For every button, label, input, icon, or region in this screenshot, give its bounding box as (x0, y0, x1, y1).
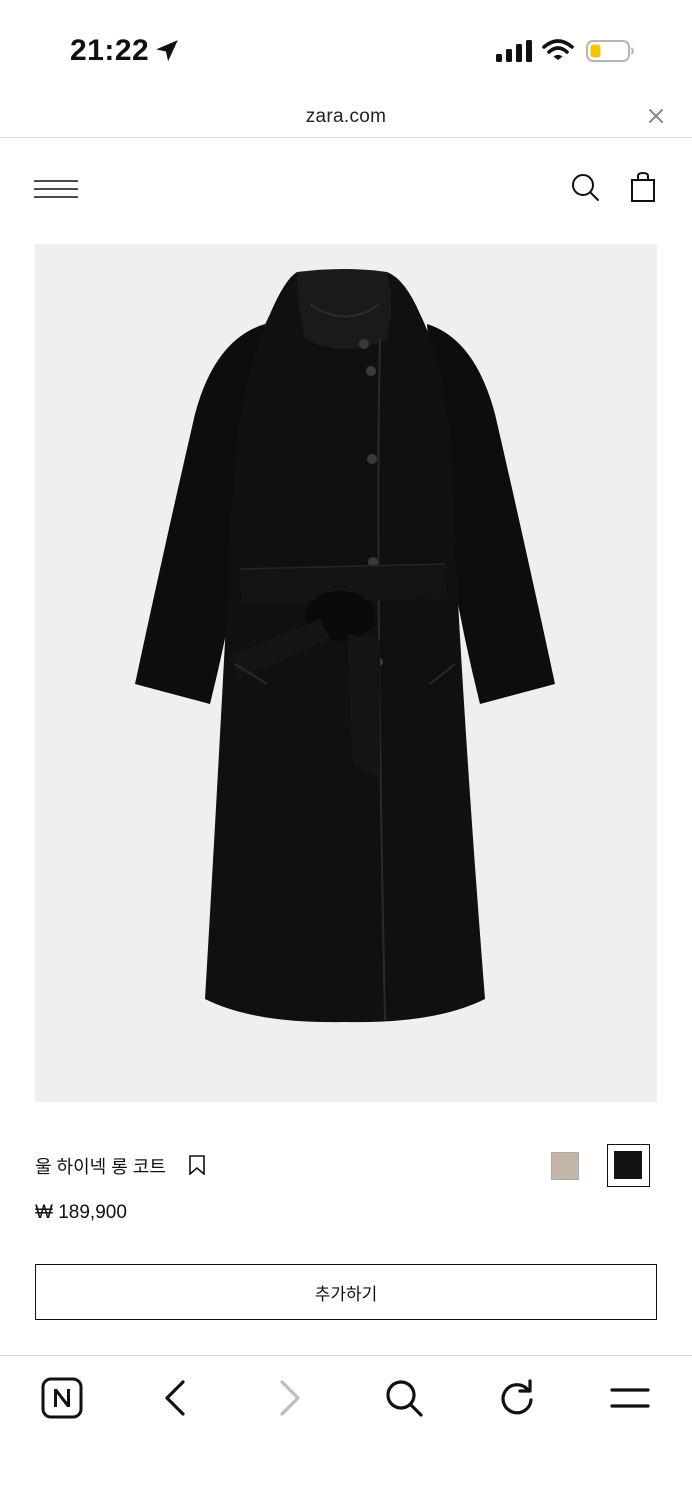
url-bar-divider (0, 137, 692, 138)
forward-arrow-icon[interactable] (268, 1376, 312, 1420)
url-display[interactable]: zara.com (0, 106, 692, 128)
close-icon[interactable] (646, 106, 666, 126)
shopping-bag-icon[interactable] (630, 172, 656, 202)
toolbar-divider (0, 1355, 692, 1356)
coat-illustration (135, 269, 555, 1023)
toolbar-search-icon[interactable] (382, 1376, 426, 1420)
bookmark-icon[interactable] (188, 1155, 206, 1175)
naver-n-icon[interactable] (40, 1376, 84, 1420)
location-arrow-icon (156, 40, 178, 62)
hamburger-menu-icon[interactable] (34, 178, 78, 200)
status-time: 21:22 (70, 34, 150, 67)
toolbar-menu-icon[interactable] (608, 1376, 652, 1420)
wifi-icon (542, 39, 574, 60)
color-swatch-black (614, 1151, 642, 1179)
reload-icon[interactable] (495, 1376, 539, 1420)
add-to-cart-button[interactable]: 추가하기 (35, 1264, 657, 1320)
color-swatch-beige[interactable] (551, 1152, 579, 1180)
search-icon[interactable] (570, 172, 600, 202)
cellular-signal-icon (496, 40, 532, 62)
battery-low-icon (586, 40, 634, 62)
product-name[interactable]: 울 하이넥 롱 코트 (35, 1153, 166, 1179)
color-swatch-black-selected[interactable] (607, 1144, 650, 1187)
back-arrow-icon[interactable] (153, 1376, 197, 1420)
product-price: ₩ 189,900 (35, 1202, 127, 1223)
black-long-coat-image[interactable] (35, 244, 657, 1102)
